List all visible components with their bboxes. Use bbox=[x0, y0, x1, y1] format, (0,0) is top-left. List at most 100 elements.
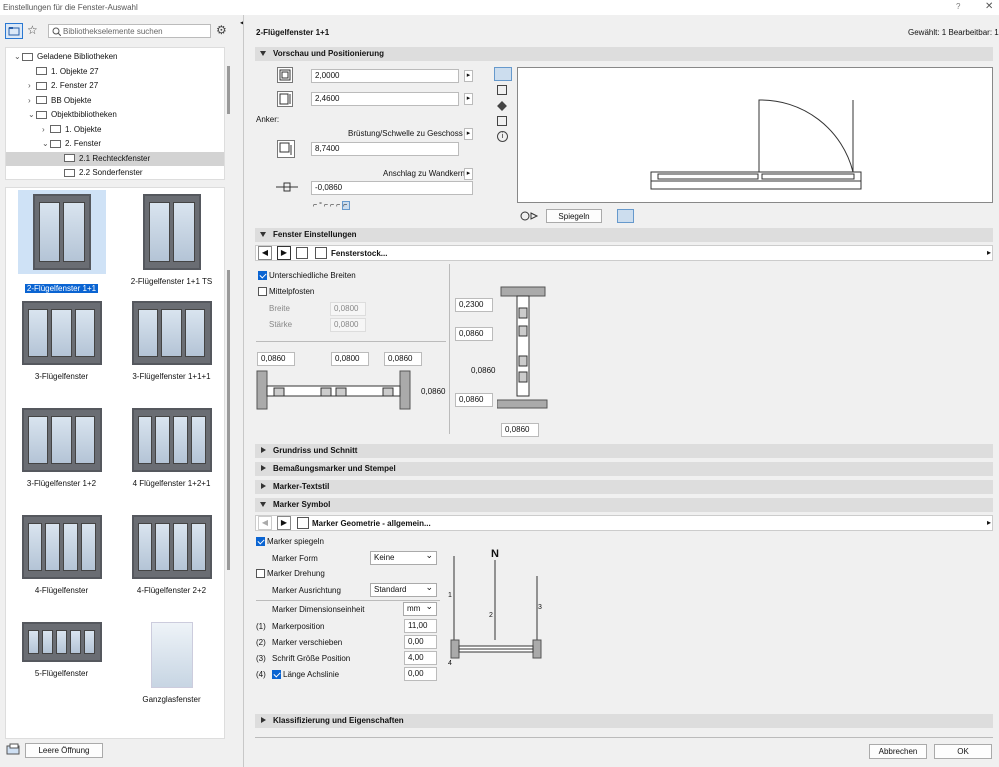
frame-plan-diagram bbox=[256, 370, 416, 412]
frame-right-width-field[interactable]: 0,0860 bbox=[384, 352, 422, 366]
marker-row-field[interactable]: 0,00 bbox=[404, 667, 437, 681]
preview-2d-icon[interactable] bbox=[494, 67, 512, 81]
cancel-button[interactable]: Abbrechen bbox=[869, 744, 927, 759]
preview-section-icon[interactable] bbox=[497, 85, 507, 95]
tree-node[interactable]: 2.2 Sonderfenster bbox=[56, 166, 143, 180]
tree-scrollbar[interactable] bbox=[227, 66, 230, 114]
library-item-thumb bbox=[119, 404, 224, 476]
library-manager-icon[interactable] bbox=[6, 743, 22, 757]
sill-field[interactable]: 8,7400 bbox=[311, 142, 459, 156]
frame-sill-field[interactable]: 0,0860 bbox=[501, 423, 539, 437]
library-item[interactable]: 5-Flügelfenster bbox=[9, 618, 114, 678]
library-item[interactable]: 3-Flügelfenster 1+1+1 bbox=[119, 297, 224, 381]
tree-node[interactable]: ⌄ Objektbibliotheken bbox=[28, 108, 117, 122]
marker-unit-label: Marker Dimensionseinheit bbox=[272, 605, 365, 614]
empty-opening-button[interactable]: Leere Öffnung bbox=[25, 743, 103, 758]
tree-node[interactable]: 1. Objekte 27 bbox=[28, 65, 99, 79]
tree-node[interactable]: › 1. Objekte bbox=[42, 123, 101, 137]
marker-row-field[interactable]: 4,00 bbox=[404, 651, 437, 665]
frame-upper-field[interactable]: 0,0860 bbox=[455, 327, 493, 341]
width-field[interactable]: 2,0000 bbox=[311, 69, 459, 83]
library-item[interactable]: 4-Flügelfenster 2+2 bbox=[119, 511, 224, 595]
close-icon[interactable]: ✕ bbox=[985, 1, 993, 12]
height-arrow[interactable]: ▸ bbox=[464, 93, 473, 105]
height-field[interactable]: 2,4600 bbox=[311, 92, 459, 106]
library-item[interactable]: 2-Flügelfenster 1+1 TS bbox=[119, 190, 224, 286]
frame-bottom-field[interactable]: 0,0860 bbox=[455, 393, 493, 407]
marker-page-title[interactable]: Marker Geometrie - allgemein... bbox=[312, 519, 431, 528]
library-settings-gear-icon[interactable]: ⚙ bbox=[216, 23, 234, 39]
tree-node[interactable]: ⌄ Geladene Bibliotheken bbox=[14, 50, 118, 64]
help-icon[interactable]: ? bbox=[956, 2, 960, 11]
window-thumbnail-icon bbox=[21, 515, 102, 579]
divider bbox=[256, 341, 446, 342]
marker-prev-button[interactable]: ◀ bbox=[258, 516, 272, 530]
section-window-settings[interactable]: Fenster Einstellungen bbox=[255, 228, 993, 242]
sill-arrow[interactable]: ▸ bbox=[464, 128, 473, 140]
library-item[interactable]: 2-Flügelfenster 1+1 bbox=[9, 190, 114, 293]
marker-row-field[interactable]: 11,00 bbox=[404, 619, 437, 633]
info-icon[interactable]: i bbox=[497, 131, 508, 142]
section-plan-and-section[interactable]: Grundriss und Schnitt bbox=[255, 444, 993, 458]
marker-geometry-icon bbox=[297, 517, 309, 529]
frame-top-field[interactable]: 0,2300 bbox=[455, 298, 493, 312]
section-classification[interactable]: Klassifizierung und Eigenschaften bbox=[255, 714, 993, 728]
tree-expander-icon[interactable]: ⌄ bbox=[28, 108, 36, 122]
tree-expander-icon[interactable]: › bbox=[28, 79, 36, 93]
prev-page-button[interactable]: ◀ bbox=[258, 246, 272, 260]
mirror-button[interactable]: Spiegeln bbox=[546, 209, 602, 223]
tree-expander-icon[interactable]: › bbox=[42, 123, 50, 137]
reveal-field[interactable]: -0,0860 bbox=[311, 181, 473, 195]
opening-side-right-icon[interactable] bbox=[637, 209, 654, 223]
folder-icon bbox=[22, 52, 33, 61]
favorites-star-icon[interactable]: ☆ bbox=[27, 24, 41, 38]
tree-expander-icon[interactable]: ⌄ bbox=[14, 50, 22, 64]
anchor-options-icons[interactable]: ⌐°⌐⌐⌐⌐ bbox=[313, 201, 373, 214]
marker-next-button[interactable]: ▶ bbox=[277, 516, 291, 530]
library-item[interactable]: 4-Flügelfenster bbox=[9, 511, 114, 595]
tree-expander-icon[interactable]: ⌄ bbox=[42, 137, 50, 151]
axis-length-checkbox[interactable] bbox=[272, 670, 281, 679]
folder-view-icon[interactable] bbox=[5, 23, 23, 39]
marker-rotation-checkbox[interactable] bbox=[256, 569, 265, 578]
library-item[interactable]: 3-Flügelfenster bbox=[9, 297, 114, 381]
ok-button[interactable]: OK bbox=[934, 744, 992, 759]
library-item-thumb bbox=[119, 190, 224, 274]
mirror-preview-icon[interactable] bbox=[519, 210, 541, 222]
next-page-button[interactable]: ▶ bbox=[277, 246, 291, 260]
library-item[interactable]: 4 Flügelfenster 1+2+1 bbox=[119, 404, 224, 488]
frame-mid-width-field[interactable]: 0,0800 bbox=[331, 352, 369, 366]
library-item[interactable]: Ganzglasfenster bbox=[119, 618, 224, 704]
marker-row-field[interactable]: 0,00 bbox=[404, 635, 437, 649]
frame-left-width-field[interactable]: 0,0860 bbox=[257, 352, 295, 366]
tree-node[interactable]: › BB Objekte bbox=[28, 94, 91, 108]
marker-alignment-select[interactable]: Standard bbox=[370, 581, 437, 597]
mullion-checkbox[interactable] bbox=[258, 287, 267, 296]
frame-page-title[interactable]: Fensterstock... bbox=[331, 249, 387, 258]
opening-side-left-icon[interactable] bbox=[617, 209, 634, 223]
reveal-arrow[interactable]: ▸ bbox=[464, 168, 473, 180]
window-thumbnail-icon bbox=[131, 301, 212, 365]
library-item[interactable]: 3-Flügelfenster 1+2 bbox=[9, 404, 114, 488]
section-dimension-markers[interactable]: Bemaßungsmarker und Stempel bbox=[255, 462, 993, 476]
library-search-input[interactable]: Bibliothekselemente suchen bbox=[48, 24, 211, 38]
grid-scrollbar[interactable] bbox=[227, 270, 230, 570]
preview-3d-icon[interactable] bbox=[497, 101, 507, 111]
width-arrow[interactable]: ▸ bbox=[464, 70, 473, 82]
tree-node[interactable]: 2.1 Rechteckfenster bbox=[6, 151, 224, 166]
tree-node[interactable]: › 2. Fenster 27 bbox=[28, 79, 98, 93]
marker-unit-select[interactable]: mm bbox=[403, 600, 437, 616]
tree-node[interactable]: ⌄ 2. Fenster bbox=[42, 137, 101, 151]
page-list-icon[interactable] bbox=[296, 247, 308, 259]
tab-chevron-icon[interactable]: ▸ bbox=[987, 248, 991, 257]
section-marker-symbol[interactable]: Marker Symbol bbox=[255, 498, 993, 512]
marker-tab-chevron-icon[interactable]: ▸ bbox=[987, 518, 991, 527]
different-widths-checkbox[interactable] bbox=[258, 271, 267, 280]
mirror-marker-checkbox[interactable] bbox=[256, 537, 265, 546]
section-preview[interactable]: Vorschau und Positionierung bbox=[255, 47, 993, 61]
tree-expander-icon[interactable]: › bbox=[28, 94, 36, 108]
section-marker-text-style[interactable]: Marker-Textstil bbox=[255, 480, 993, 494]
preview-elevation-icon[interactable] bbox=[497, 116, 507, 126]
splitter[interactable] bbox=[243, 15, 244, 767]
marker-form-select[interactable]: Keine bbox=[370, 549, 437, 565]
